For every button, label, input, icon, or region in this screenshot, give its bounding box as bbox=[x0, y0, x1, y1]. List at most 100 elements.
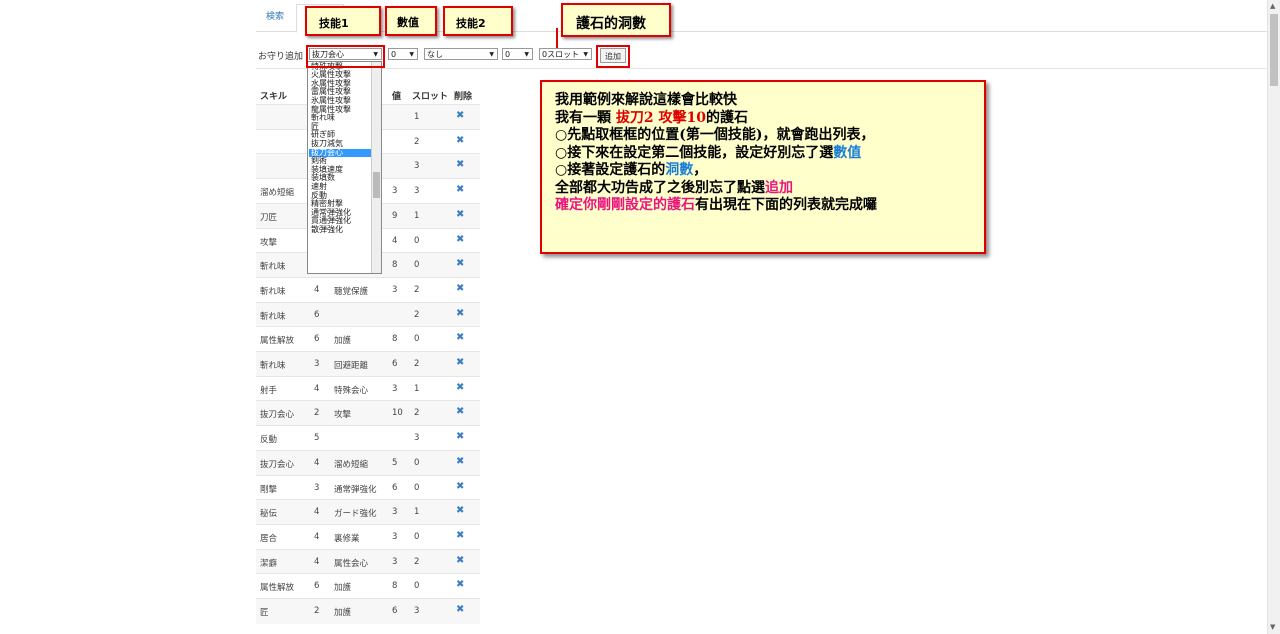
cell-slot: 0 bbox=[414, 334, 420, 345]
delete-icon[interactable]: ✖ bbox=[456, 184, 464, 195]
cell-value1: 3 bbox=[314, 359, 320, 369]
delete-icon[interactable]: ✖ bbox=[456, 505, 464, 516]
cell-value1: 5 bbox=[314, 433, 320, 444]
explain-highlight-red: 拔刀2 攻擊10 bbox=[615, 109, 706, 126]
delete-icon[interactable]: ✖ bbox=[456, 283, 464, 294]
delete-icon[interactable]: ✖ bbox=[456, 481, 464, 492]
delete-icon[interactable]: ✖ bbox=[456, 530, 464, 541]
cell-value: 8 bbox=[392, 334, 398, 345]
slot-select[interactable]: 0スロット ▼ bbox=[539, 48, 592, 60]
explain-line-2: 我有一顆 拔刀2 攻擊10的護石 bbox=[555, 110, 984, 128]
delete-icon[interactable]: ✖ bbox=[456, 308, 464, 319]
cell-slot: 0 bbox=[414, 581, 420, 592]
cell-slot: 2 bbox=[414, 556, 420, 567]
delete-icon[interactable]: ✖ bbox=[456, 406, 464, 417]
chevron-down-icon: ▼ bbox=[583, 51, 588, 58]
cell-value1: 6 bbox=[314, 309, 320, 320]
delete-icon[interactable]: ✖ bbox=[456, 382, 464, 393]
skill1-highlight-frame bbox=[306, 45, 385, 68]
cell-skill2: 加護 bbox=[334, 583, 352, 594]
cell-value1: 4 bbox=[314, 507, 320, 518]
callout-skill2-text: 技能2 bbox=[456, 17, 486, 30]
header-delete: 削除 bbox=[454, 92, 473, 102]
delete-icon[interactable]: ✖ bbox=[456, 555, 464, 566]
cell-slot: 2 bbox=[414, 136, 420, 147]
cell-slot: 0 bbox=[414, 457, 420, 468]
chevron-down-icon: ▼ bbox=[409, 51, 414, 58]
cell-value1: 4 bbox=[314, 531, 320, 542]
explain-text: ○接下來在設定第二個技能，設定好別忘了選 bbox=[555, 144, 834, 161]
tab-search[interactable]: 検索 bbox=[256, 4, 294, 31]
explain-highlight-blue: 數值 bbox=[833, 144, 862, 161]
cell-value1: 2 bbox=[314, 408, 320, 419]
cell-value1: 4 bbox=[314, 457, 320, 468]
cell-slot: 2 bbox=[414, 408, 420, 419]
dropdown-scrollbar[interactable] bbox=[371, 62, 381, 273]
cell-skill1: 剛撃 bbox=[260, 484, 278, 495]
explain-text: ○先點取框框的位置(第一個技能)，就會跑出列表， bbox=[555, 127, 875, 143]
delete-icon[interactable]: ✖ bbox=[456, 135, 464, 146]
page-scroll-thumb[interactable] bbox=[1270, 14, 1278, 86]
cell-value: 8 bbox=[392, 581, 398, 592]
cell-skill1: 溜め短縮 bbox=[260, 188, 295, 199]
cell-slot: 2 bbox=[414, 359, 420, 369]
cell-slot: 0 bbox=[414, 482, 420, 493]
explain-highlight-pink: 確定你剛剛設定的護石 bbox=[555, 197, 695, 213]
cell-skill1: 抜刀会心 bbox=[260, 410, 295, 421]
cell-slot: 3 bbox=[414, 186, 420, 197]
explain-text: 我用範例來解說這樣會比較快 bbox=[555, 92, 737, 108]
table-row: 射手 4 特殊会心 3 1 ✖ bbox=[256, 375, 480, 402]
page-scrollbar[interactable]: ▲ ▼ bbox=[1267, 0, 1280, 634]
cell-value1: 3 bbox=[314, 482, 320, 493]
explain-text: 我有一顆 bbox=[555, 109, 616, 126]
callout-skill1: 技能1 bbox=[305, 6, 381, 36]
cell-value: 3 bbox=[392, 284, 398, 295]
explain-text: 全部都大功告成了之後別忘了點選 bbox=[555, 179, 765, 196]
explanation-box: 我用範例來解說這樣會比較快 我有一顆 拔刀2 攻擊10的護石 ○先點取框框的位置… bbox=[540, 80, 986, 254]
callout-value: 數值 bbox=[385, 6, 437, 36]
cell-value: 3 bbox=[392, 531, 398, 542]
table-row: 居合 4 裏修業 3 0 ✖ bbox=[256, 523, 480, 550]
value1-select[interactable]: 0 ▼ bbox=[388, 48, 418, 60]
delete-icon[interactable]: ✖ bbox=[456, 258, 464, 269]
cell-skill1: 潔癖 bbox=[260, 558, 278, 569]
cell-value: 6 bbox=[392, 606, 398, 616]
delete-icon[interactable]: ✖ bbox=[456, 357, 464, 368]
cell-skill2: 回避距離 bbox=[334, 361, 369, 371]
slot-select-value: 0スロット bbox=[542, 50, 580, 59]
delete-icon[interactable]: ✖ bbox=[456, 110, 464, 121]
delete-icon[interactable]: ✖ bbox=[456, 234, 464, 245]
delete-icon[interactable]: ✖ bbox=[456, 209, 464, 220]
delete-icon[interactable]: ✖ bbox=[456, 456, 464, 467]
table-row: 潔癖 4 属性会心 3 2 ✖ bbox=[256, 548, 480, 575]
skill2-select[interactable]: なし ▼ bbox=[424, 48, 498, 60]
dropdown-option[interactable]: 散弾強化 bbox=[311, 225, 343, 235]
callout-skill1-text: 技能1 bbox=[319, 17, 349, 30]
cell-skill1: 抜刀会心 bbox=[260, 459, 295, 470]
cell-slot: 3 bbox=[414, 606, 420, 616]
charm-add-label: お守り追加 bbox=[258, 52, 304, 62]
delete-icon[interactable]: ✖ bbox=[456, 431, 464, 442]
cell-value1: 2 bbox=[314, 606, 320, 616]
delete-icon[interactable]: ✖ bbox=[456, 604, 464, 615]
delete-icon[interactable]: ✖ bbox=[456, 159, 464, 170]
explain-line-3: ○先點取框框的位置(第一個技能)，就會跑出列表， bbox=[555, 127, 984, 145]
delete-icon[interactable]: ✖ bbox=[456, 579, 464, 590]
table-row: 斬れ味 3 回避距離 6 2 ✖ bbox=[256, 351, 480, 377]
header-skill: スキル bbox=[260, 92, 288, 102]
cell-slot: 1 bbox=[414, 383, 420, 394]
cell-value: 8 bbox=[392, 260, 398, 271]
cell-skill1: 斬れ味 bbox=[260, 311, 286, 322]
cell-slot: 0 bbox=[414, 235, 420, 246]
explain-line-6: 全部都大功告成了之後別忘了點選追加 bbox=[555, 180, 984, 198]
header-value: 値 bbox=[392, 92, 402, 102]
dropdown-scroll-thumb[interactable] bbox=[373, 172, 380, 198]
delete-icon[interactable]: ✖ bbox=[456, 332, 464, 343]
table-row: 抜刀会心 2 攻撃 10 2 ✖ bbox=[256, 400, 480, 427]
scroll-down-icon[interactable]: ▼ bbox=[1270, 623, 1275, 631]
scroll-up-icon[interactable]: ▲ bbox=[1270, 2, 1275, 10]
cell-value1: 6 bbox=[314, 334, 320, 345]
skill1-dropdown-list[interactable]: 特殊攻撃 火属性攻撃 水属性攻撃 雷属性攻撃 氷属性攻撃 龍属性攻撃 斬れ味匠研ぎ師 抜刀減気… bbox=[307, 61, 382, 274]
cell-value: 10 bbox=[392, 408, 403, 419]
value2-select[interactable]: 0 ▼ bbox=[502, 48, 533, 60]
